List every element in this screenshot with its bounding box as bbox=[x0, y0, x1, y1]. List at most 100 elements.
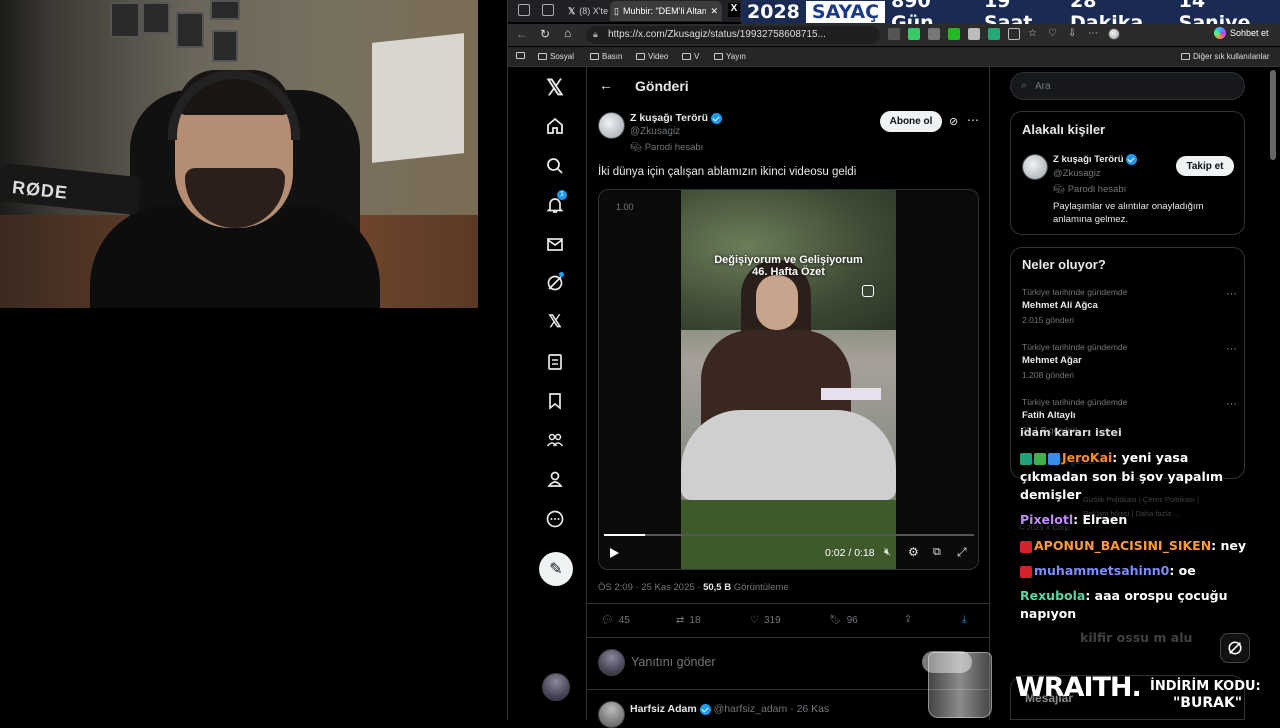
collections-icon[interactable]: ♡ bbox=[1048, 28, 1060, 40]
related-parody: 🎭︎ Parodi hesabı bbox=[1053, 184, 1126, 195]
bookmark-folder-basin[interactable]: Basın bbox=[590, 52, 622, 61]
author-avatar[interactable] bbox=[598, 112, 625, 139]
trend-item[interactable]: Türkiye tarihinde gündemde Mehmet Ağar 1… bbox=[1022, 342, 1237, 380]
fullscreen-icon[interactable]: ⤢ bbox=[957, 545, 967, 560]
account-avatar[interactable] bbox=[542, 673, 570, 701]
trend-name: Mehmet Ali Ağca bbox=[1022, 300, 1098, 311]
chat-text: napıyon bbox=[1020, 606, 1077, 621]
compose-post-button[interactable]: ✎ bbox=[539, 552, 573, 586]
notifications-icon[interactable]: 1 bbox=[544, 190, 567, 216]
pip-icon[interactable]: ⧉ bbox=[933, 546, 941, 559]
chat-username: Pixelotl bbox=[1020, 512, 1074, 527]
search-box[interactable]: ⌕ Ara bbox=[1010, 72, 1245, 100]
extension-icon[interactable] bbox=[968, 28, 980, 40]
tab-actions-icon[interactable] bbox=[542, 4, 554, 16]
more-options-icon[interactable]: ⋯ bbox=[1226, 397, 1237, 410]
stream-chat-overlay: idam kararı istei JeroKai: yeni yasa çık… bbox=[1020, 426, 1270, 646]
close-icon[interactable]: ✕ bbox=[710, 6, 718, 17]
home-icon[interactable] bbox=[544, 115, 566, 137]
trend-item[interactable]: Türkiye tarihinde gündemde Mehmet Ali Ağ… bbox=[1022, 287, 1237, 325]
home-icon[interactable]: ⌂ bbox=[564, 26, 571, 40]
bookmark-folder-video[interactable]: Video bbox=[636, 52, 668, 61]
author-handle[interactable]: @Zkusagiz bbox=[630, 126, 680, 137]
profile-avatar[interactable] bbox=[1108, 28, 1120, 40]
more-options-icon[interactable]: ⋯ bbox=[1226, 342, 1237, 355]
author-name[interactable]: Z kuşağı Terörü bbox=[630, 112, 722, 124]
grok-icon[interactable] bbox=[544, 272, 566, 294]
page-scrollbar[interactable] bbox=[1270, 70, 1276, 160]
more-icon[interactable]: ⋯ bbox=[1088, 28, 1100, 40]
download-button[interactable]: ⤓ bbox=[962, 614, 966, 625]
profile-icon[interactable] bbox=[544, 468, 566, 490]
other-favorites-folder[interactable]: Diğer sık kullanılanlar bbox=[1181, 52, 1269, 61]
workspaces-icon[interactable] bbox=[518, 4, 530, 16]
share-button[interactable]: ⇪ bbox=[904, 614, 912, 625]
reading-view-icon[interactable] bbox=[516, 52, 525, 59]
x-logo-icon[interactable]: 𝕏 bbox=[544, 75, 566, 100]
next-post-author[interactable]: Harfsiz Adam @harfsiz_adam · 26 Kas bbox=[630, 703, 829, 715]
extension-icon[interactable] bbox=[908, 28, 920, 40]
video-person-face bbox=[756, 275, 798, 330]
related-name[interactable]: Z kuşağı Terörü bbox=[1053, 154, 1138, 165]
share-icon: ⇪ bbox=[904, 614, 913, 625]
webcam-overlay: RØDE bbox=[0, 0, 478, 308]
favorites-icon[interactable]: ☆ bbox=[1028, 28, 1040, 40]
divider bbox=[587, 637, 989, 638]
video-player[interactable]: 1.00 Değişiyorum ve Gelişiyorum 46. Haft… bbox=[598, 189, 979, 570]
notification-badge: 1 bbox=[557, 190, 567, 200]
play-icon[interactable] bbox=[610, 548, 619, 558]
reload-icon[interactable]: ↻ bbox=[540, 27, 550, 41]
video-notebook bbox=[821, 388, 881, 400]
split-screen-icon[interactable] bbox=[1008, 28, 1020, 40]
subscribe-button[interactable]: Abone ol bbox=[880, 111, 942, 132]
address-bar[interactable]: 🔒︎ https://x.com/Zkusagiz/status/1993275… bbox=[586, 26, 880, 44]
post-text: İki dünya için çalışan ablamızın ikinci … bbox=[598, 166, 857, 178]
extension-icon[interactable] bbox=[948, 28, 960, 40]
back-arrow-icon[interactable]: ← bbox=[599, 77, 613, 93]
like-button[interactable]: ♡ 319 bbox=[750, 615, 781, 626]
url-text: https://x.com/Zkusagiz/status/1993275860… bbox=[608, 29, 826, 40]
bookmark-folder-sosyal[interactable]: Sosyal bbox=[538, 52, 574, 61]
bookmark-folder-v[interactable]: V bbox=[682, 52, 699, 61]
video-progress-track[interactable] bbox=[604, 534, 974, 536]
search-icon[interactable] bbox=[544, 155, 566, 177]
copilot-button[interactable]: Sohbet et bbox=[1214, 27, 1269, 39]
premium-icon[interactable]: 𝕏 bbox=[544, 311, 566, 333]
downloads-icon[interactable]: ⇩ bbox=[1068, 28, 1080, 40]
follow-button[interactable]: Takip et bbox=[1176, 156, 1234, 176]
reply-button[interactable]: 💬︎ 45 bbox=[601, 615, 630, 626]
trend-name: Fatih Altaylı bbox=[1022, 410, 1076, 421]
more-options-icon[interactable]: ⋯ bbox=[967, 113, 979, 127]
repost-button[interactable]: ⇄ 18 bbox=[676, 615, 701, 626]
settings-gear-icon[interactable]: ⚙ bbox=[908, 545, 919, 559]
lists-icon[interactable] bbox=[544, 351, 566, 373]
chat-text: aaa orospu çocuğu bbox=[1090, 588, 1228, 603]
heart-icon: ♡ bbox=[750, 615, 759, 626]
back-icon[interactable]: ← bbox=[516, 27, 528, 41]
tab-muhbir[interactable]: ▯ Muhbir: "DEM'li Altan ✕ bbox=[610, 1, 722, 21]
extension-icon[interactable] bbox=[888, 28, 900, 40]
mute-icon[interactable]: 🔇︎ bbox=[884, 546, 891, 559]
extension-icon[interactable] bbox=[928, 28, 940, 40]
chat-text: demişler bbox=[1020, 487, 1082, 502]
bookmark-button[interactable]: 🔖︎ 96 bbox=[829, 615, 858, 626]
wall-frame bbox=[176, 12, 204, 48]
trends-title: Neler oluyor? bbox=[1022, 257, 1106, 272]
video-caption-line: Değişiyorum ve Gelişiyorum bbox=[714, 254, 863, 266]
messages-icon[interactable] bbox=[544, 233, 566, 255]
chat-text: oe bbox=[1174, 563, 1196, 578]
next-post-avatar[interactable] bbox=[598, 701, 625, 728]
extension-icon[interactable] bbox=[988, 28, 1000, 40]
reply-input[interactable]: Yanıtını gönder bbox=[631, 655, 716, 669]
x-favicon-icon[interactable]: X bbox=[728, 3, 740, 17]
grok-explain-icon[interactable]: ⊘ bbox=[949, 115, 958, 128]
bookmark-folder-yayin[interactable]: Yayın bbox=[714, 52, 746, 61]
more-circle-icon[interactable] bbox=[544, 508, 566, 530]
communities-icon[interactable] bbox=[544, 429, 566, 451]
more-options-icon[interactable]: ⋯ bbox=[1226, 287, 1237, 300]
post-timestamp[interactable]: ÖS 2:09 · 25 Kas 2025 · bbox=[598, 582, 700, 593]
bookmarks-icon[interactable] bbox=[544, 390, 566, 412]
related-avatar[interactable] bbox=[1022, 154, 1048, 180]
bookmark-count: 96 bbox=[846, 615, 858, 626]
author-name-text: Z kuşağı Terörü bbox=[630, 112, 708, 124]
